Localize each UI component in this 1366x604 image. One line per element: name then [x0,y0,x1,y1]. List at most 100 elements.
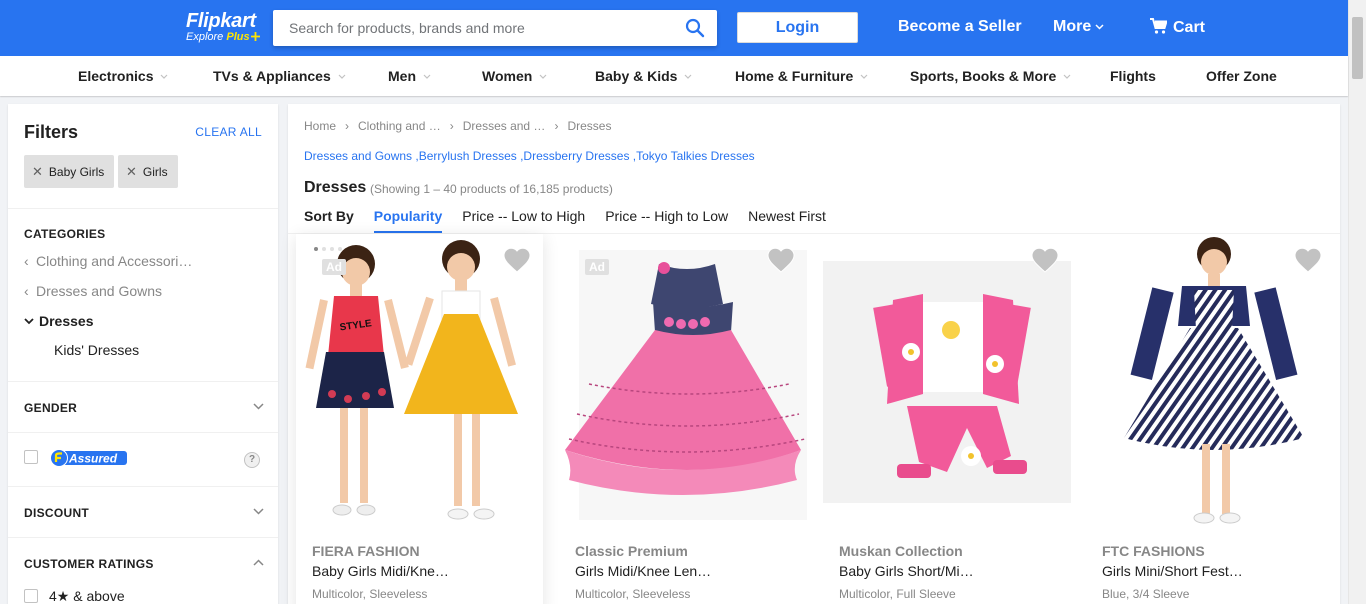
close-icon[interactable]: ✕ [32,164,43,179]
product-image[interactable] [823,234,1071,529]
wishlist-heart-icon[interactable] [1294,248,1322,274]
chevron-down-icon [685,74,692,79]
product-title[interactable]: Baby Girls Short/Mi… [839,563,974,579]
product-image[interactable]: STYLE [296,234,543,529]
plus-icon [250,32,260,41]
breadcrumb-clothing[interactable]: Clothing and … [358,119,441,133]
nav-flights[interactable]: Flights [1110,68,1156,84]
assured-checkbox[interactable] [24,450,38,464]
product-card[interactable]: FTC FASHIONS Girls Mini/Short Fest… Blue… [1086,234,1334,604]
product-meta: Multicolor, Sleeveless [575,587,691,601]
svg-text:Assured: Assured [68,452,118,466]
chevron-right-icon: › [449,119,454,133]
clear-all-button[interactable]: CLEAR ALL [195,125,262,139]
filter-chip-baby-girls[interactable]: ✕ Baby Girls [24,155,115,188]
chevron-down-icon [338,74,346,79]
page-title: Dresses [304,179,367,196]
category-dresses-gowns[interactable]: ‹ Dresses and Gowns [24,283,162,299]
login-button[interactable]: Login [737,12,858,43]
category-kids-dresses[interactable]: Kids' Dresses [54,342,139,358]
product-card[interactable]: STYLE Ad FIERA FASHION Baby Girls Midi/K… [296,234,543,604]
wishlist-heart-icon[interactable] [1031,248,1059,274]
chevron-right-icon: › [554,119,559,133]
sort-price-low-high[interactable]: Price -- Low to High [462,208,585,231]
cart-button[interactable]: Cart [1150,18,1205,37]
close-icon[interactable]: ✕ [126,164,137,179]
related-link[interactable]: Dressberry Dresses [523,149,629,163]
chevron-down-icon [161,74,168,79]
nav-women[interactable]: Women [482,68,547,84]
help-icon[interactable]: ? [244,452,260,468]
product-image[interactable] [559,234,807,529]
rating-4-label[interactable]: 4★ & above [49,588,125,604]
sort-popularity[interactable]: Popularity [373,208,443,233]
more-label: More [1053,18,1092,35]
related-link[interactable]: Tokyo Talkies Dresses [636,149,755,163]
product-brand: FIERA FASHION [312,543,420,559]
product-image[interactable] [1086,234,1334,529]
nav-offer-zone[interactable]: Offer Zone [1206,68,1277,84]
product-photo [823,234,1071,529]
nav-tvs-appliances[interactable]: TVs & Appliances [213,68,346,84]
product-meta: Blue, 3/4 Sleeve [1102,587,1190,601]
rating-4-checkbox[interactable] [24,589,38,603]
nav-electronics[interactable]: Electronics [78,68,168,84]
breadcrumb-home[interactable]: Home [304,119,336,133]
assured-section: Assured ? [8,433,278,487]
related-searches: Dresses and Gowns ,Berrylush Dresses ,Dr… [304,149,755,163]
ratings-section: CUSTOMER RATINGS 4★ & above [8,538,278,604]
breadcrumb: Home › Clothing and … › Dresses and … › Dresse… [304,119,611,133]
product-card[interactable]: Muskan Collection Baby Girls Short/Mi… M… [823,234,1071,604]
ratings-heading[interactable]: CUSTOMER RATINGS [24,557,154,571]
product-photo [1086,234,1334,529]
result-count: (Showing 1 – 40 products of 16,185 produ… [370,182,613,196]
category-clothing[interactable]: ‹ Clothing and Accessori… [24,253,192,269]
scrollbar-thumb[interactable] [1352,17,1363,79]
gender-section[interactable]: GENDER [8,382,278,433]
category-dresses[interactable]: Dresses [24,313,94,329]
product-title[interactable]: Girls Mini/Short Fest… [1102,563,1243,579]
product-brand: Muskan Collection [839,543,963,559]
more-menu[interactable]: More [1053,18,1104,36]
page-scrollbar[interactable] [1348,0,1366,604]
product-listing: Home › Clothing and … › Dresses and … › Dresse… [288,104,1340,604]
discount-section[interactable]: DISCOUNT [8,487,278,538]
breadcrumb-dresses-and[interactable]: Dresses and … [463,119,546,133]
sort-newest[interactable]: Newest First [748,208,826,231]
chevron-left-icon: ‹ [24,253,29,269]
search-input[interactable] [273,10,663,46]
become-seller-link[interactable]: Become a Seller [898,18,1022,36]
product-card[interactable]: Ad Classic Premium Girls Midi/Knee Len… … [559,234,807,604]
chevron-up-icon[interactable] [253,559,264,566]
category-nav: Electronics TVs & Appliances Men Women B… [0,56,1348,96]
chevron-down-icon [860,74,868,79]
related-link[interactable]: Dresses and Gowns [304,149,412,163]
categories-section: CATEGORIES ‹ Clothing and Accessori… ‹ Dre… [8,209,278,382]
chevron-down-icon [423,74,431,79]
gender-heading: GENDER [24,401,78,415]
product-brand: Classic Premium [575,543,688,559]
filters-title: Filters [24,122,79,142]
brand-tagline: Explore Plus [186,31,260,43]
ad-badge: Ad [585,259,609,275]
wishlist-heart-icon[interactable] [503,248,531,274]
flipkart-logo[interactable]: Flipkart Explore Plus [186,10,260,43]
related-link[interactable]: Berrylush Dresses [419,149,517,163]
search-icon[interactable] [685,18,705,38]
chevron-down-icon [1063,74,1071,79]
flipkart-assured-badge: Assured [50,449,127,467]
brand-name: Flipkart [186,10,256,32]
filter-chip-girls[interactable]: ✕ Girls [118,155,178,188]
wishlist-heart-icon[interactable] [767,248,795,274]
nav-baby-kids[interactable]: Baby & Kids [595,68,692,84]
nav-home-furniture[interactable]: Home & Furniture [735,68,868,84]
sort-price-high-low[interactable]: Price -- High to Low [605,208,728,231]
product-title[interactable]: Girls Midi/Knee Len… [575,563,711,579]
cart-label: Cart [1173,19,1206,36]
product-meta: Multicolor, Sleeveless [312,587,428,601]
categories-heading: CATEGORIES [24,227,106,241]
nav-men[interactable]: Men [388,68,431,84]
product-title[interactable]: Baby Girls Midi/Kne… [312,563,449,579]
nav-sports-books[interactable]: Sports, Books & More [910,68,1071,84]
ad-badge: Ad [322,259,346,275]
